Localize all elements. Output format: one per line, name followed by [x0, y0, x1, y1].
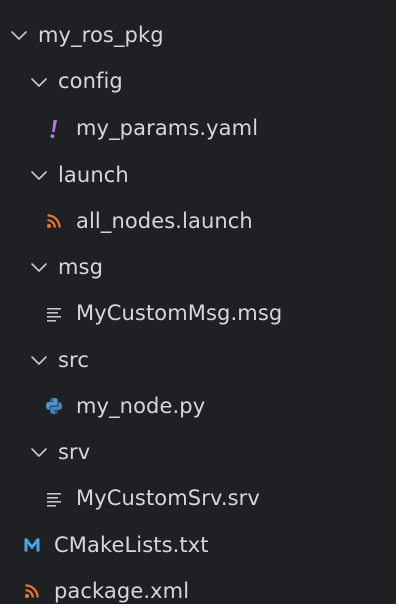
tree-folder-config[interactable]: config	[0, 58, 396, 105]
rss-icon	[44, 210, 64, 232]
markdown-m-icon	[22, 534, 42, 556]
tree-item-label: my_node.py	[76, 393, 206, 418]
tree-item-label: srv	[58, 439, 91, 464]
file-explorer-panel: my_ros_pkg config my_params.yaml launch	[0, 0, 396, 604]
tree-item-label: config	[58, 69, 123, 93]
tree-folder-src[interactable]: src	[0, 337, 396, 383]
chevron-down-icon	[31, 171, 47, 180]
tree-file-mycustommsg-msg[interactable]: MyCustomMsg.msg	[0, 290, 396, 337]
tree-item-label: MyCustomSrv.srv	[76, 486, 260, 510]
tree-item-label: my_params.yaml	[76, 116, 259, 140]
tree-item-label: package.xml	[54, 578, 190, 603]
tree-item-label: launch	[58, 162, 129, 187]
tree-file-my-params-yaml[interactable]: my_params.yaml	[0, 105, 396, 152]
tree-item-label: msg	[58, 254, 104, 279]
chevron-down-icon	[31, 77, 47, 87]
chevron-down-icon	[31, 356, 47, 365]
python-icon	[44, 395, 64, 417]
chevron-down-icon	[11, 31, 27, 40]
tree-folder-launch[interactable]: launch	[0, 152, 396, 198]
tree-folder-my-ros-pkg[interactable]: my_ros_pkg	[0, 12, 396, 58]
tree-item-label: my_ros_pkg	[38, 22, 164, 47]
lines-icon	[44, 488, 64, 510]
tree-file-my-node-py[interactable]: my_node.py	[0, 383, 396, 429]
chevron-down-icon	[31, 448, 47, 457]
tree-item-label: all_nodes.launch	[76, 208, 253, 233]
exclamation-icon	[44, 118, 64, 140]
file-tree: my_ros_pkg config my_params.yaml launch	[0, 12, 396, 614]
chevron-down-icon	[31, 263, 47, 272]
tree-folder-msg[interactable]: msg	[0, 244, 396, 290]
tree-item-label: src	[58, 347, 89, 372]
tree-file-mycustomsrv-srv[interactable]: MyCustomSrv.srv	[0, 475, 396, 522]
rss-icon	[22, 580, 42, 602]
tree-file-package-xml[interactable]: package.xml	[0, 568, 396, 614]
tree-file-cmakelists-txt[interactable]: CMakeLists.txt	[0, 522, 396, 568]
tree-item-label: CMakeLists.txt	[54, 532, 209, 557]
tree-item-label: MyCustomMsg.msg	[76, 301, 283, 325]
tree-folder-srv[interactable]: srv	[0, 429, 396, 475]
lines-icon	[44, 303, 64, 325]
tree-file-all-nodes-launch[interactable]: all_nodes.launch	[0, 198, 396, 244]
